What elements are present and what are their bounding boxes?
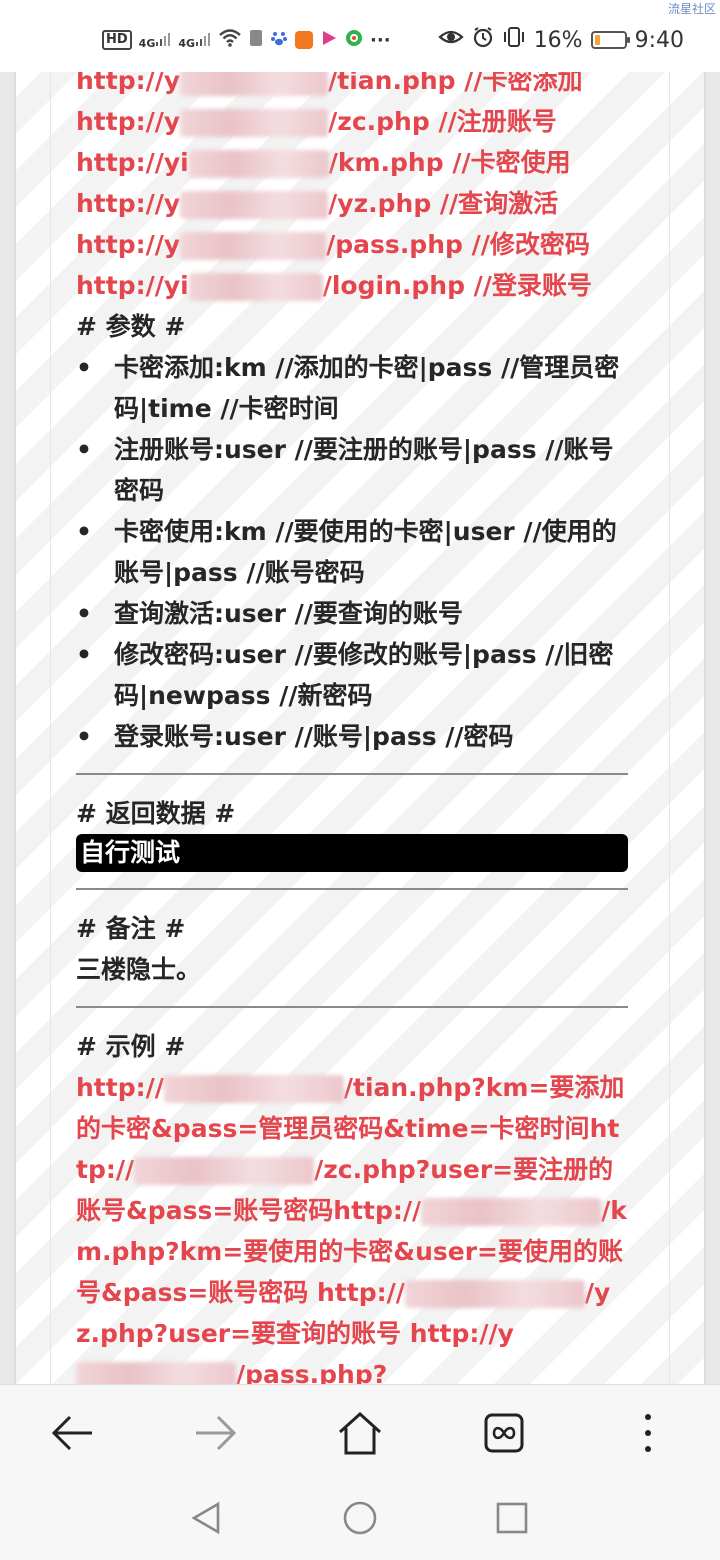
api-url-line[interactable]: http://y/pass.php //修改密码 bbox=[76, 224, 628, 265]
param-item: 查询激活:user //要查询的账号 bbox=[76, 593, 628, 634]
url-suffix: /zc.php //注册账号 bbox=[328, 107, 557, 136]
home-button[interactable] bbox=[336, 1409, 384, 1457]
redacted-domain bbox=[404, 1280, 585, 1308]
redacted-domain bbox=[180, 191, 329, 219]
web-page[interactable]: http://y/tian.php //卡密添加 http://y/zc.php… bbox=[0, 72, 720, 1384]
api-url-line[interactable]: http://y/tian.php //卡密添加 bbox=[76, 72, 628, 101]
square-recents-icon bbox=[496, 1502, 528, 1534]
battery-icon bbox=[590, 31, 630, 49]
url-suffix: /km.php //卡密使用 bbox=[328, 148, 571, 177]
system-recents-button[interactable] bbox=[492, 1498, 532, 1538]
watermark: 流星社区 bbox=[667, 2, 716, 16]
sim-icon bbox=[249, 29, 263, 51]
url-suffix: /login.php //登录账号 bbox=[322, 271, 592, 300]
example-suffix: /pass.php? bbox=[236, 1360, 388, 1384]
system-back-button[interactable] bbox=[186, 1498, 226, 1538]
vibrate-icon bbox=[502, 26, 526, 54]
example-prefix: http:// bbox=[76, 1073, 164, 1102]
redacted-domain bbox=[180, 109, 329, 137]
url-prefix: http://yi bbox=[76, 148, 189, 177]
tabs-button[interactable] bbox=[480, 1409, 528, 1457]
hd-icon: HD bbox=[102, 30, 132, 50]
browser-toolbar bbox=[0, 1384, 720, 1480]
param-item: 卡密添加:km //添加的卡密|pass //管理员密码|time //卡密时间 bbox=[76, 347, 628, 429]
redacted-domain bbox=[180, 72, 329, 96]
note-value: 三楼隐士。 bbox=[76, 955, 202, 984]
video-icon bbox=[320, 29, 338, 51]
param-item: 卡密使用:km //要使用的卡密|user //使用的账号|pass //账号密… bbox=[76, 511, 628, 593]
url-prefix: http://y bbox=[76, 72, 181, 95]
api-url-line[interactable]: http://yi/login.php //登录账号 bbox=[76, 265, 628, 306]
api-url-line[interactable]: http://y/yz.php //查询激活 bbox=[76, 183, 628, 224]
back-button[interactable] bbox=[48, 1409, 96, 1457]
redacted-domain bbox=[76, 1362, 236, 1384]
redacted-domain bbox=[188, 273, 323, 301]
divider bbox=[76, 773, 628, 775]
uc-browser-icon bbox=[295, 31, 314, 49]
forward-arrow-icon bbox=[196, 1415, 237, 1451]
forward-button[interactable] bbox=[192, 1409, 240, 1457]
battery-percent: 16% bbox=[533, 27, 583, 53]
redacted-domain bbox=[180, 232, 327, 260]
redacted-domain bbox=[421, 1198, 602, 1226]
system-navigation-bar bbox=[0, 1480, 720, 1560]
article-body: http://y/tian.php //卡密添加 http://y/zc.php… bbox=[76, 72, 628, 1384]
return-value-box: 自行测试 bbox=[76, 834, 628, 872]
examples-block[interactable]: http:///tian.php?km=要添加的卡密&pass=管理员密码&ti… bbox=[76, 1067, 628, 1384]
circle-app-icon bbox=[345, 29, 363, 51]
signal-icon: 4G bbox=[139, 31, 172, 50]
back-arrow-icon bbox=[51, 1415, 92, 1451]
divider bbox=[76, 888, 628, 890]
api-url-line[interactable]: http://yi/km.php //卡密使用 bbox=[76, 142, 628, 183]
example-prefix: http:// bbox=[317, 1278, 405, 1307]
url-prefix: http://y bbox=[76, 189, 181, 218]
param-item: 修改密码:user //要修改的账号|pass //旧密码|newpass //… bbox=[76, 634, 628, 716]
paw-icon bbox=[270, 29, 288, 51]
triangle-back-icon bbox=[191, 1501, 220, 1535]
example-prefix: http://y bbox=[409, 1319, 514, 1348]
signal-icon: 4G bbox=[178, 31, 211, 50]
params-list: 卡密添加:km //添加的卡密|pass //管理员密码|time //卡密时间… bbox=[76, 347, 628, 757]
url-prefix: http://y bbox=[76, 230, 181, 259]
return-heading: # 返回数据 # bbox=[76, 799, 236, 828]
example-prefix: http:// bbox=[333, 1196, 422, 1225]
signal-label: 4G bbox=[138, 36, 156, 50]
status-bar: 流星社区 HD 4G 4G ··· 16% 9:40 bbox=[0, 0, 720, 72]
signal-label: 4G bbox=[178, 36, 196, 50]
status-right-icons: 16% 9:40 bbox=[438, 26, 684, 54]
home-icon bbox=[338, 1411, 382, 1455]
param-item: 登录账号:user //账号|pass //密码 bbox=[76, 716, 628, 757]
url-suffix: /pass.php //修改密码 bbox=[326, 230, 590, 259]
divider bbox=[76, 1006, 628, 1008]
alarm-icon bbox=[472, 26, 494, 54]
system-home-button[interactable] bbox=[340, 1498, 380, 1538]
tabs-infinity-icon bbox=[484, 1413, 524, 1453]
status-left-icons: HD 4G 4G ··· bbox=[102, 28, 391, 52]
redacted-domain bbox=[134, 1157, 315, 1185]
redacted-domain bbox=[163, 1075, 344, 1103]
example-heading: # 示例 # bbox=[76, 1032, 186, 1061]
param-item: 注册账号:user //要注册的账号|pass //账号密码 bbox=[76, 429, 628, 511]
url-suffix: /yz.php //查询激活 bbox=[328, 189, 559, 218]
url-suffix: /tian.php //卡密添加 bbox=[328, 72, 583, 95]
clock-time: 9:40 bbox=[634, 27, 684, 53]
more-vertical-icon bbox=[645, 1414, 651, 1452]
url-prefix: http://yi bbox=[76, 271, 189, 300]
menu-button[interactable] bbox=[624, 1409, 672, 1457]
eye-icon bbox=[438, 27, 464, 53]
url-prefix: http://y bbox=[76, 107, 181, 136]
circle-home-icon bbox=[343, 1501, 377, 1535]
api-url-line[interactable]: http://y/zc.php //注册账号 bbox=[76, 101, 628, 142]
note-heading: # 备注 # bbox=[76, 914, 186, 943]
wifi-icon bbox=[218, 28, 242, 52]
params-heading: # 参数 # bbox=[76, 312, 186, 341]
redacted-domain bbox=[188, 150, 329, 178]
more-dots-icon: ··· bbox=[370, 29, 391, 51]
